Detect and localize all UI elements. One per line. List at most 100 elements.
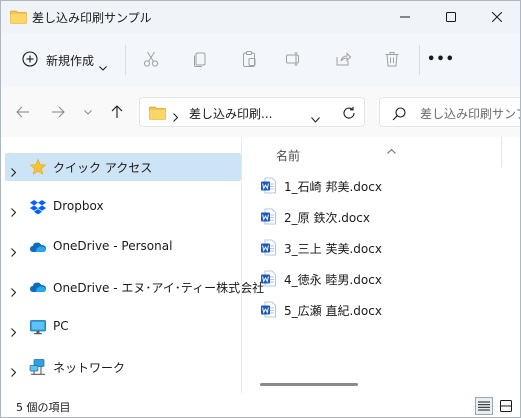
sidebar-item-label: OneDrive - Personal [53,239,173,253]
up-button[interactable] [107,102,127,122]
new-button-label: 新規作成 [46,54,95,68]
sidebar-item-label: OneDrive - エヌ･アイ･ティー株式会社 [53,281,265,295]
copy-button[interactable] [188,47,212,71]
toolbar-divider [419,45,420,75]
refresh-button[interactable] [342,105,356,124]
chevron-down-icon [311,117,320,123]
maximize-button[interactable] [428,1,474,33]
address-bar[interactable]: 差し込み印刷... [139,97,365,127]
file-name: 5_広瀬 直紀.docx [284,304,382,318]
arrow-right-icon [52,106,65,118]
window-title: 差し込み印刷サンプル [32,11,152,25]
search-placeholder: 差し込み印刷サンプ... [420,107,520,121]
word-doc-icon [260,270,277,291]
chevron-right-icon[interactable] [11,202,17,221]
file-explorer-window: 差し込み印刷サンプル 新規作成 ••• 差し込み印刷... 差し込み印刷サン ク… [0,0,521,418]
chevron-right-icon[interactable] [11,162,17,181]
arrow-left-icon [16,106,29,118]
paste-button[interactable] [237,47,261,71]
chevron-right-icon[interactable] [11,282,17,301]
word-doc-icon [260,301,277,322]
sidebar-item-label: Dropbox [53,199,104,213]
file-name: 4_徳永 睦男.docx [284,273,382,287]
trash-icon [385,52,399,67]
chevron-right-icon[interactable] [173,107,179,126]
sidebar-item-label: ネットワーク [53,361,126,375]
sidebar-item-dropbox[interactable]: Dropbox [1,193,241,221]
sort-ascending-icon[interactable] [387,139,396,158]
column-divider[interactable] [501,137,502,167]
file-name: 1_石崎 邦美.docx [284,180,382,194]
cloud-icon [29,278,47,296]
toolbar-divider [125,45,126,75]
address-path[interactable]: 差し込み印刷... [189,105,272,122]
close-button[interactable] [474,1,520,33]
details-view-button[interactable] [475,397,493,415]
refresh-icon [343,106,355,119]
forward-button[interactable] [48,102,68,122]
sidebar-item-pc[interactable]: PC [1,313,241,341]
tiles-view-button[interactable] [497,397,515,415]
details-view-icon [478,401,490,411]
arrow-up-icon [111,105,123,118]
rename-icon [286,52,299,66]
file-item[interactable]: 3_三上 芙美.docx [258,236,488,260]
sidebar-item-label: クイック アクセス [53,161,153,175]
chevron-right-icon[interactable] [11,362,17,381]
word-doc-icon [260,208,277,229]
folder-icon [149,105,166,124]
back-button[interactable] [13,102,33,122]
scissors-icon [143,51,159,67]
word-doc-icon [260,177,277,198]
minimize-icon [400,16,410,18]
horizontal-scrollbar[interactable] [260,383,358,386]
folder-icon [10,9,27,28]
item-count: 5 個の項目 [16,401,71,414]
cloud-icon [29,238,47,256]
delete-button[interactable] [380,47,404,71]
file-item[interactable]: 1_石崎 邦美.docx [258,174,488,198]
close-icon [492,12,502,22]
chevron-down-icon [99,56,107,75]
column-header-name[interactable]: 名前 [276,147,300,164]
clipboard-icon [243,51,256,67]
star-icon [29,158,47,176]
sidebar-item-label: PC [53,319,69,333]
sidebar-item-onedrive-business[interactable]: OneDrive - エヌ･アイ･ティー株式会社 [1,273,264,301]
recent-locations-button[interactable] [78,102,98,122]
chevron-down-icon [84,109,92,115]
file-list: 名前 1_石崎 邦美.docx 2_原 鉄次.docx 3_三上 芙美.docx… [242,137,520,393]
network-icon [29,358,47,376]
main-body: クイック アクセス Dropbox OneDrive - Personal On… [1,137,520,393]
sidebar-item-network[interactable]: ネットワーク [1,353,241,381]
status-bar: 5 個の項目 [1,393,520,417]
share-button[interactable] [331,47,355,71]
new-button[interactable]: 新規作成 [13,43,117,75]
share-icon [336,52,352,66]
cut-button[interactable] [139,47,163,71]
file-item[interactable]: 4_徳永 睦男.docx [258,267,488,291]
word-doc-icon [260,239,277,260]
chevron-right-icon[interactable] [11,242,17,261]
minimize-button[interactable] [382,1,428,33]
sidebar-item-quick-access[interactable]: クイック アクセス [5,153,241,181]
tiles-view-icon [500,400,512,412]
dropbox-icon [29,198,47,216]
chevron-right-icon[interactable] [11,322,17,341]
file-name: 3_三上 芙美.docx [284,242,382,256]
copy-icon [194,52,206,67]
rename-button[interactable] [282,47,306,71]
title-bar[interactable]: 差し込み印刷サンプル [1,1,520,33]
more-options-button[interactable]: ••• [427,47,454,71]
monitor-icon [29,318,47,336]
sidebar-item-onedrive-personal[interactable]: OneDrive - Personal [1,233,241,261]
file-item[interactable]: 5_広瀬 直紀.docx [258,298,488,322]
command-bar: 新規作成 ••• [1,33,520,87]
maximize-icon [446,12,456,22]
search-icon [392,106,406,125]
search-box[interactable]: 差し込み印刷サンプ... [379,97,520,127]
navigation-pane: クイック アクセス Dropbox OneDrive - Personal On… [1,137,264,393]
file-name: 2_原 鉄次.docx [284,211,370,225]
address-history-dropdown[interactable] [311,108,320,127]
file-item[interactable]: 2_原 鉄次.docx [258,205,488,229]
